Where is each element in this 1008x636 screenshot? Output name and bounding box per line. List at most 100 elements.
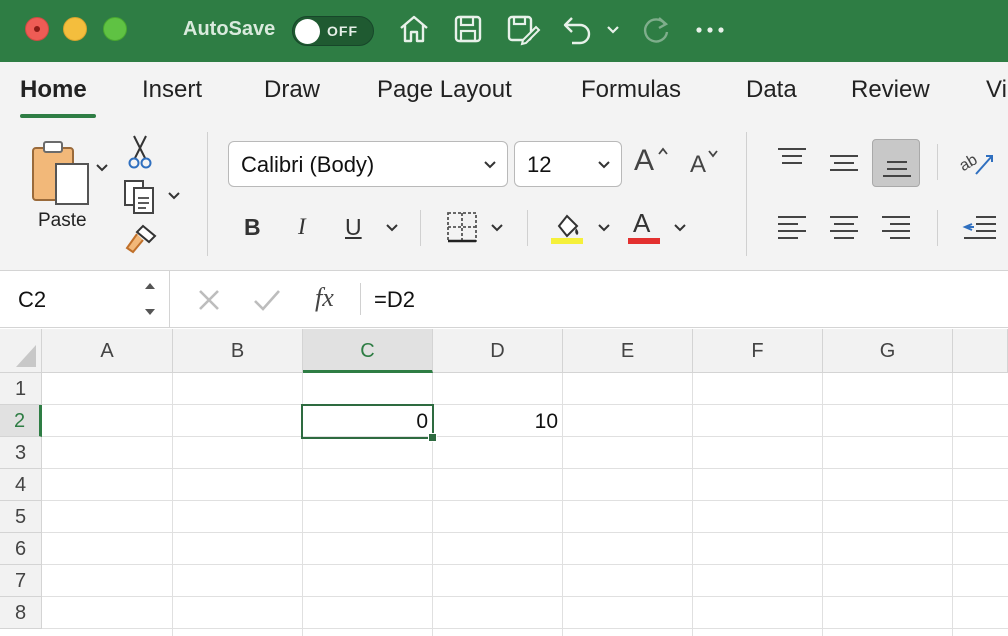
confirm-entry-icon xyxy=(254,290,280,311)
row-header-5[interactable]: 5 xyxy=(0,501,42,533)
cell-d2-value[interactable]: 10 xyxy=(433,410,558,434)
font-name-chevron-down-icon xyxy=(484,161,496,169)
tab-data[interactable]: Data xyxy=(746,76,797,104)
align-center-icon[interactable] xyxy=(828,214,860,242)
row-header-2[interactable]: 2 xyxy=(0,405,42,437)
align-right-icon[interactable] xyxy=(880,214,912,242)
paste-dropdown-chevron-icon[interactable] xyxy=(94,162,110,174)
font-name-combobox[interactable]: Calibri (Body) xyxy=(228,141,508,187)
fill-handle[interactable] xyxy=(428,433,437,442)
formula-input[interactable]: =D2 xyxy=(374,287,415,313)
align-middle-icon[interactable] xyxy=(828,152,860,176)
ribbon-separator xyxy=(937,210,938,246)
grow-font-button[interactable]: A xyxy=(634,144,654,178)
close-window-button[interactable] xyxy=(25,17,49,41)
insert-function-button[interactable]: fx xyxy=(315,283,334,313)
decrease-indent-icon[interactable] xyxy=(962,214,998,242)
undo-icon[interactable] xyxy=(560,12,596,46)
ribbon-separator xyxy=(937,144,938,180)
tab-page-layout[interactable]: Page Layout xyxy=(377,76,512,104)
cut-scissors-icon[interactable] xyxy=(127,134,153,170)
column-header-c[interactable]: C xyxy=(303,329,433,373)
column-header-e[interactable]: E xyxy=(563,329,693,373)
zoom-window-button[interactable] xyxy=(103,17,127,41)
save-icon[interactable] xyxy=(451,12,485,46)
save-as-icon[interactable] xyxy=(505,12,541,46)
align-bottom-button[interactable] xyxy=(872,139,920,187)
cancel-entry-icon xyxy=(199,290,219,310)
select-all-corner[interactable] xyxy=(0,329,42,373)
font-color-swatch xyxy=(628,238,660,244)
grow-font-caret-icon xyxy=(658,147,668,155)
copy-icon[interactable] xyxy=(122,178,158,216)
borders-chevron-down-icon[interactable] xyxy=(489,222,505,234)
shrink-font-button[interactable]: A xyxy=(690,151,706,179)
tab-formulas[interactable]: Formulas xyxy=(581,76,681,104)
tab-draw[interactable]: Draw xyxy=(264,76,320,104)
orientation-icon[interactable]: ab xyxy=(958,146,998,180)
column-header-f[interactable]: F xyxy=(693,329,823,373)
align-left-icon[interactable] xyxy=(776,214,808,242)
paste-icon[interactable] xyxy=(30,138,92,210)
copy-dropdown-chevron-icon[interactable] xyxy=(166,190,182,202)
borders-icon[interactable] xyxy=(445,210,479,244)
gridline xyxy=(42,436,1008,437)
underline-button[interactable]: U xyxy=(345,214,362,241)
autosave-toggle[interactable]: OFF xyxy=(292,16,374,46)
align-top-icon[interactable] xyxy=(776,146,808,170)
spreadsheet-grid: A B C D E F G 1 2 3 4 5 6 7 8 0 10 xyxy=(0,329,1008,636)
gridline xyxy=(42,532,1008,533)
paste-label: Paste xyxy=(38,210,87,231)
ribbon-separator xyxy=(420,210,421,246)
underline-chevron-down-icon[interactable] xyxy=(384,222,400,234)
tab-view[interactable]: Vi xyxy=(986,76,1007,104)
active-tab-indicator xyxy=(20,114,96,118)
select-all-triangle-icon xyxy=(16,345,36,367)
ribbon-separator xyxy=(527,210,528,246)
ribbon-separator xyxy=(207,132,208,256)
gridline xyxy=(42,404,1008,405)
gridline xyxy=(42,596,1008,597)
italic-button[interactable]: I xyxy=(298,214,306,240)
undo-dropdown-chevron-icon[interactable] xyxy=(605,24,621,36)
row-header-4[interactable]: 4 xyxy=(0,469,42,501)
minimize-window-button[interactable] xyxy=(63,17,87,41)
fill-color-chevron-down-icon[interactable] xyxy=(596,222,612,234)
column-header-b[interactable]: B xyxy=(173,329,303,373)
more-options-icon[interactable] xyxy=(694,22,726,38)
font-name-value: Calibri (Body) xyxy=(241,152,375,177)
gridline xyxy=(42,564,1008,565)
font-color-button[interactable]: A xyxy=(633,208,650,239)
gridline xyxy=(42,500,1008,501)
gridline xyxy=(42,468,1008,469)
name-box[interactable]: C2 xyxy=(0,271,170,327)
home-icon[interactable] xyxy=(397,12,431,46)
name-box-stepper-icon[interactable] xyxy=(142,279,158,319)
row-header-8[interactable]: 8 xyxy=(0,597,42,629)
row-header-3[interactable]: 3 xyxy=(0,437,42,469)
tab-review[interactable]: Review xyxy=(851,76,930,104)
ribbon-home: Paste Calibri (Body) 12 A A B I U A ab xyxy=(0,124,1008,270)
row-header-6[interactable]: 6 xyxy=(0,533,42,565)
column-header-h[interactable] xyxy=(953,329,1008,373)
row-header-7[interactable]: 7 xyxy=(0,565,42,597)
title-bar: AutoSave OFF xyxy=(0,0,1008,62)
column-header-d[interactable]: D xyxy=(433,329,563,373)
cell-c2-value: 0 xyxy=(416,410,428,433)
row-header-1[interactable]: 1 xyxy=(0,373,42,405)
font-size-combobox[interactable]: 12 xyxy=(514,141,622,187)
column-header-a[interactable]: A xyxy=(42,329,173,373)
column-header-g[interactable]: G xyxy=(823,329,953,373)
gridline xyxy=(42,628,1008,629)
formula-bar-separator xyxy=(360,283,361,315)
autosave-state: OFF xyxy=(327,23,358,39)
tab-home[interactable]: Home xyxy=(20,76,87,104)
font-color-chevron-down-icon[interactable] xyxy=(672,222,688,234)
tab-insert[interactable]: Insert xyxy=(142,76,202,104)
ribbon-separator xyxy=(746,132,747,256)
bold-button[interactable]: B xyxy=(244,214,261,241)
formula-bar: C2 fx =D2 xyxy=(0,270,1008,328)
fill-color-icon[interactable] xyxy=(549,208,585,246)
font-size-value: 12 xyxy=(527,152,552,177)
format-painter-icon[interactable] xyxy=(123,222,159,254)
